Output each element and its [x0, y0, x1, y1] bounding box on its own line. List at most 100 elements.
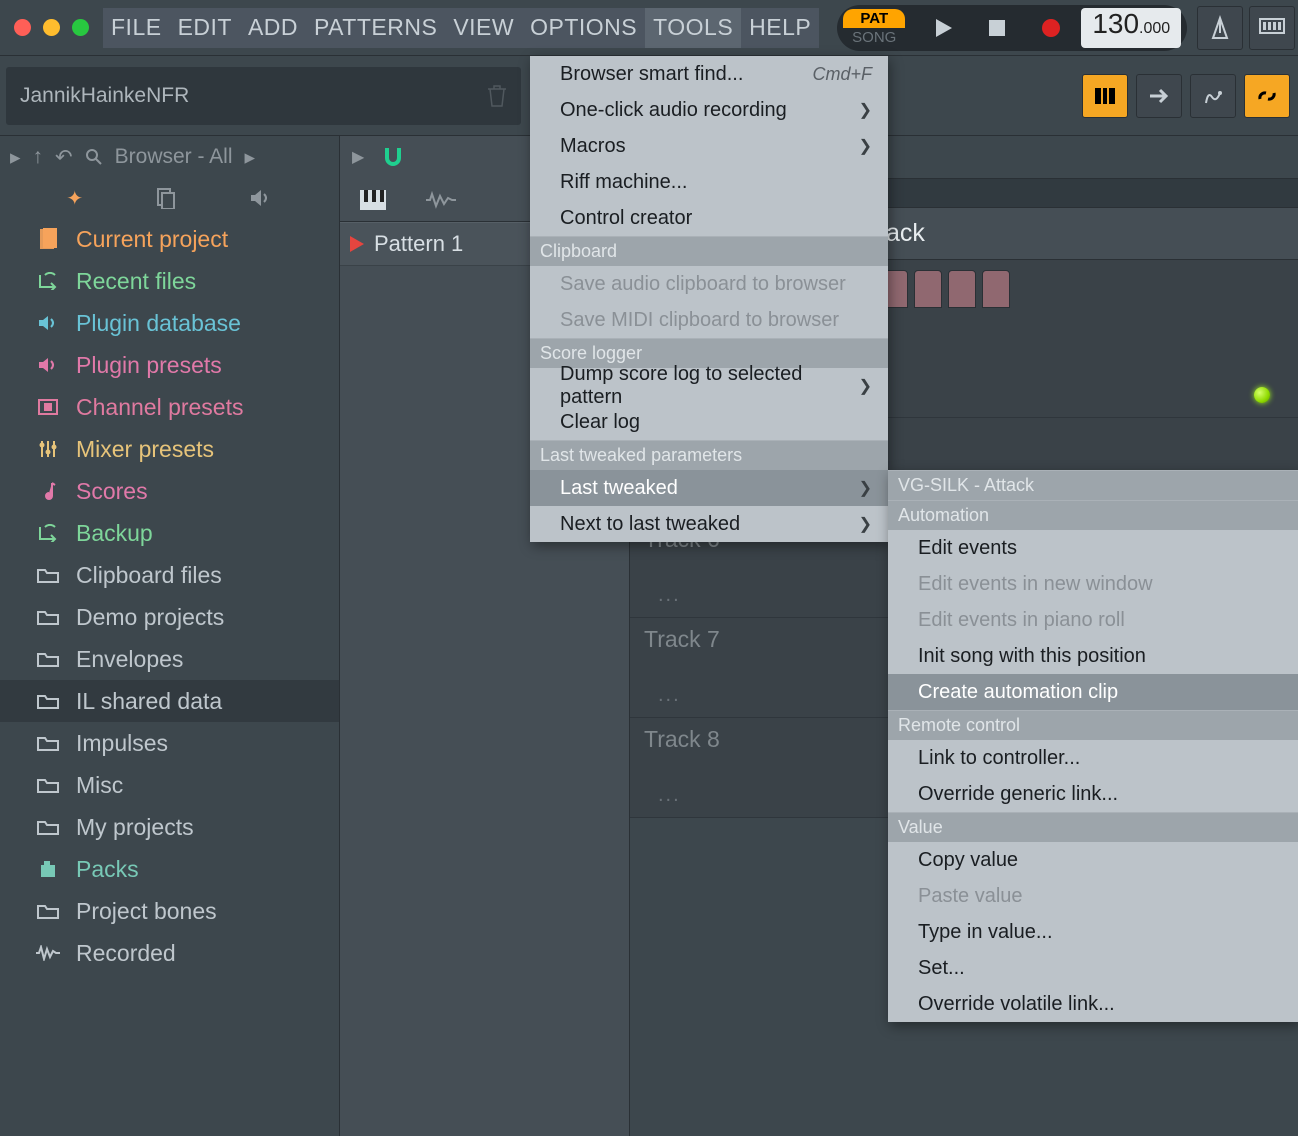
menu-item[interactable]: Clear log: [530, 404, 888, 440]
menu-item[interactable]: Macros❯: [530, 128, 888, 164]
menu-item[interactable]: Dump score log to selected pattern❯: [530, 368, 888, 404]
browser-item[interactable]: Current project: [0, 218, 339, 260]
track-menu-icon[interactable]: ...: [658, 584, 681, 607]
tempo-frac: .000: [1139, 20, 1170, 38]
menu-item[interactable]: Last tweaked❯: [530, 470, 888, 506]
browser-item[interactable]: Recent files: [0, 260, 339, 302]
menu-file[interactable]: FILE: [103, 8, 170, 48]
menu-item[interactable]: Create automation clip: [888, 674, 1298, 710]
link-panel-button[interactable]: [1244, 74, 1290, 118]
browser-item[interactable]: Impulses: [0, 722, 339, 764]
folder-icon: [36, 649, 60, 669]
magnet-icon[interactable]: [382, 146, 404, 168]
menu-item-label: Clear log: [560, 411, 640, 434]
browser-item[interactable]: Recorded: [0, 932, 339, 974]
browser-item[interactable]: IL shared data: [0, 680, 339, 722]
wave-icon[interactable]: [426, 191, 456, 209]
menu-help[interactable]: HELP: [741, 8, 819, 48]
browser-item[interactable]: My projects: [0, 806, 339, 848]
track-name: Track 8: [644, 726, 720, 753]
trash-icon[interactable]: [487, 84, 507, 108]
menu-item-label: Macros: [560, 135, 626, 158]
menu-item[interactable]: Control creator: [530, 200, 888, 236]
menu-item[interactable]: Edit events: [888, 530, 1298, 566]
tempo-display[interactable]: 130 .000: [1081, 8, 1181, 48]
browser-item-label: Scores: [76, 478, 148, 505]
menu-edit[interactable]: EDIT: [170, 8, 240, 48]
browser-item[interactable]: Plugin presets: [0, 344, 339, 386]
menu-tools[interactable]: TOOLS: [645, 8, 741, 48]
browser-item-label: Demo projects: [76, 604, 224, 631]
menu-item-label: Paste value: [918, 885, 1023, 908]
menu-view[interactable]: VIEW: [445, 8, 522, 48]
speaker-icon[interactable]: [249, 188, 273, 208]
metronome-icon[interactable]: [1197, 6, 1243, 50]
browser-item-label: My projects: [76, 814, 194, 841]
track-mute-led[interactable]: [1254, 387, 1270, 403]
pattern-name: Pattern 1: [374, 231, 463, 257]
countdown-icon[interactable]: [1249, 6, 1295, 50]
browser-item[interactable]: Misc: [0, 764, 339, 806]
menu-item-label: Dump score log to selected pattern: [560, 363, 859, 409]
menu-item[interactable]: Copy value: [888, 842, 1298, 878]
playlist-panel-button[interactable]: [1082, 74, 1128, 118]
piano-icon[interactable]: [360, 190, 386, 210]
minimize-window-button[interactable]: [43, 19, 60, 36]
play-indicator-icon: [350, 236, 364, 252]
menu-item[interactable]: Link to controller...: [888, 740, 1298, 776]
wave-icon: [36, 943, 60, 963]
close-window-button[interactable]: [14, 19, 31, 36]
chevron-right-icon[interactable]: ▸: [10, 145, 21, 170]
menu-section-header: Automation: [888, 500, 1298, 530]
maximize-window-button[interactable]: [72, 19, 89, 36]
step-icon[interactable]: [1190, 74, 1236, 118]
menu-item[interactable]: Override generic link...: [888, 776, 1298, 812]
stop-button[interactable]: [973, 8, 1021, 48]
speaker-icon: [36, 313, 60, 333]
browser-item-label: Plugin database: [76, 310, 241, 337]
browser-item[interactable]: Mixer presets: [0, 428, 339, 470]
up-arrow-icon[interactable]: ↑: [33, 145, 44, 169]
track-menu-icon[interactable]: ...: [658, 684, 681, 707]
browser-item[interactable]: Packs: [0, 848, 339, 890]
menu-options[interactable]: OPTIONS: [522, 8, 645, 48]
browser-item[interactable]: Clipboard files: [0, 554, 339, 596]
menu-item[interactable]: Riff machine...: [530, 164, 888, 200]
play-icon[interactable]: ▶: [352, 147, 364, 167]
step-button[interactable]: [914, 270, 942, 308]
menu-add[interactable]: ADD: [240, 8, 306, 48]
menu-item[interactable]: Next to last tweaked❯: [530, 506, 888, 542]
search-icon[interactable]: [85, 148, 103, 166]
menu-item[interactable]: Type in value...: [888, 914, 1298, 950]
collapse-icon[interactable]: ✦: [66, 186, 83, 211]
step-button[interactable]: [982, 270, 1010, 308]
hint-text: JannikHainkeNFR: [20, 84, 189, 108]
browser-item[interactable]: Channel presets: [0, 386, 339, 428]
menu-item[interactable]: Browser smart find...Cmd+F: [530, 56, 888, 92]
undo-icon[interactable]: ↶: [55, 145, 73, 170]
pat-mode-label: PAT: [843, 9, 905, 28]
chevron-right-icon[interactable]: ▸: [245, 145, 256, 170]
browser-item[interactable]: Scores: [0, 470, 339, 512]
browser-item[interactable]: Backup: [0, 512, 339, 554]
browser-item[interactable]: Project bones: [0, 890, 339, 932]
record-button[interactable]: [1027, 8, 1075, 48]
step-button[interactable]: [948, 270, 976, 308]
track-menu-icon[interactable]: ...: [658, 784, 681, 807]
copy-icon[interactable]: [156, 187, 176, 209]
pat-song-toggle[interactable]: PAT SONG: [843, 9, 905, 47]
menu-item[interactable]: Init song with this position: [888, 638, 1298, 674]
browser-item[interactable]: Envelopes: [0, 638, 339, 680]
browser-item-label: Envelopes: [76, 646, 183, 673]
menu-item[interactable]: Set...: [888, 950, 1298, 986]
browser-item[interactable]: Plugin database: [0, 302, 339, 344]
folder-icon: [36, 901, 60, 921]
menu-item-label: Init song with this position: [918, 645, 1146, 668]
browser-item-label: IL shared data: [76, 688, 222, 715]
menu-item[interactable]: Override volatile link...: [888, 986, 1298, 1022]
menu-item[interactable]: One-click audio recording❯: [530, 92, 888, 128]
next-panel-button[interactable]: [1136, 74, 1182, 118]
browser-item[interactable]: Demo projects: [0, 596, 339, 638]
play-button[interactable]: [919, 8, 967, 48]
menu-patterns[interactable]: PATTERNS: [306, 8, 445, 48]
